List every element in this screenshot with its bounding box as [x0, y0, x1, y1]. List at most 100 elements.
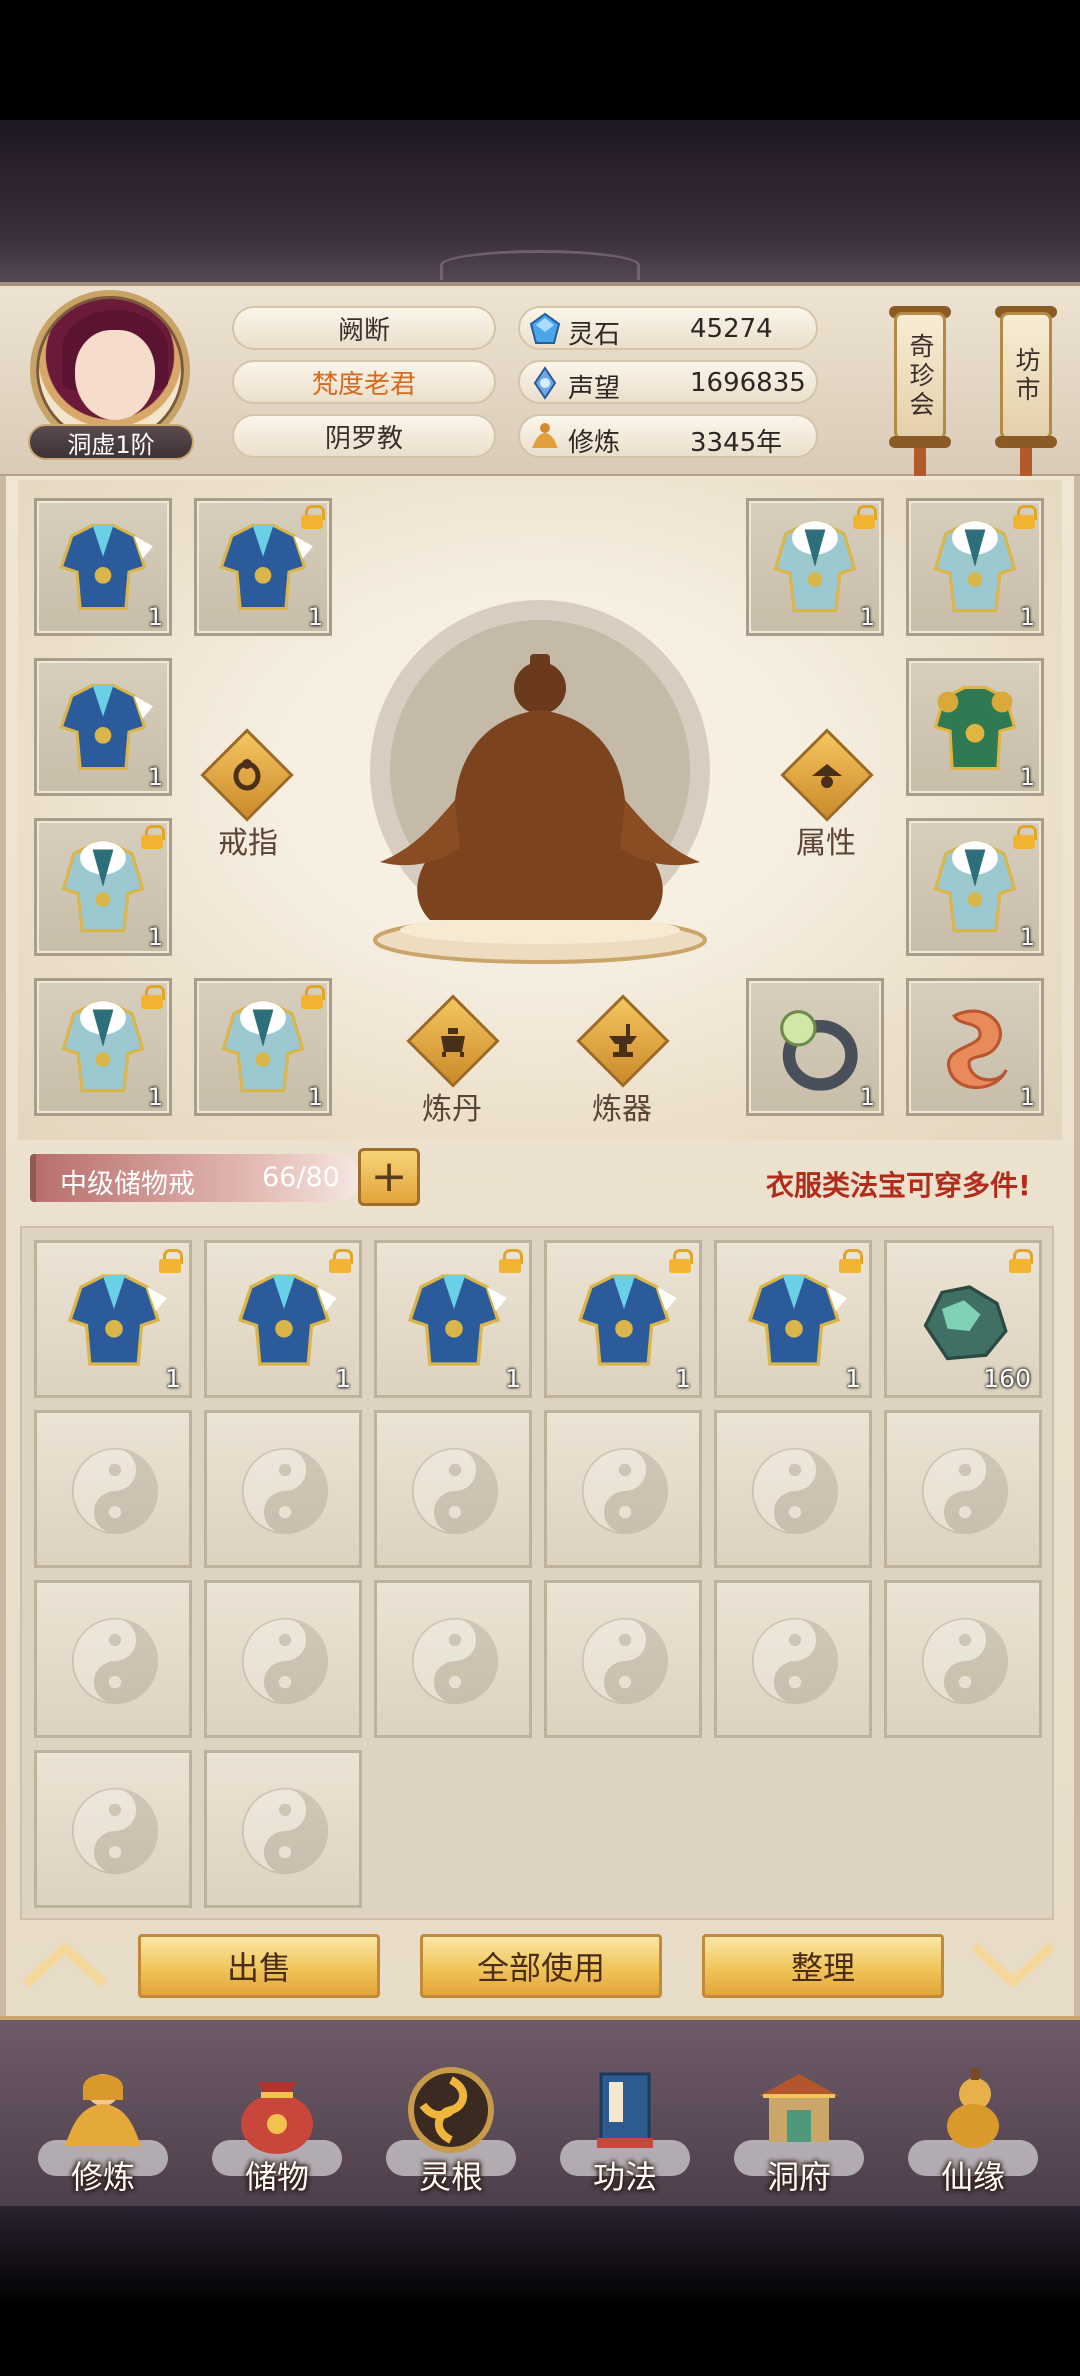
nav-spirit-root[interactable]: 灵根	[376, 2060, 526, 2200]
yin-yang-icon	[751, 1617, 839, 1705]
white-robe-icon	[773, 521, 857, 613]
anvil-icon	[609, 1024, 637, 1057]
white-robe-icon	[61, 1001, 145, 1093]
inventory-slot[interactable]: 1	[374, 1240, 532, 1398]
inventory-slot[interactable]: 1	[204, 1240, 362, 1398]
prestige-icon	[533, 366, 557, 400]
lock-icon	[141, 825, 165, 849]
lock-icon	[301, 985, 325, 1009]
avatar-face	[75, 330, 155, 420]
nav-cave-abode[interactable]: 洞府	[724, 2060, 874, 2200]
sell-button[interactable]: 出售	[138, 1934, 380, 1998]
yin-yang-icon	[921, 1447, 1009, 1535]
empty-inventory-slot[interactable]	[34, 1580, 192, 1738]
equip-slot[interactable]: 1	[906, 818, 1044, 956]
blue-robe-icon	[577, 1274, 677, 1366]
scroll-down-icon[interactable]	[968, 1940, 1058, 1990]
forging-label: 炼器	[592, 1092, 652, 1127]
use-all-button[interactable]: 全部使用	[420, 1934, 662, 1998]
empty-inventory-slot[interactable]	[374, 1580, 532, 1738]
nav-storage[interactable]: 储物	[202, 2060, 352, 2200]
blue-robe-icon	[59, 683, 153, 771]
empty-inventory-slot[interactable]	[204, 1580, 362, 1738]
empty-inventory-slot[interactable]	[204, 1750, 362, 1908]
yin-yang-icon	[921, 1617, 1009, 1705]
treasure-bag-icon	[241, 2082, 313, 2154]
scripture-book-icon	[597, 2072, 653, 2148]
blue-robe-icon	[67, 1274, 167, 1366]
status-area	[0, 0, 1080, 120]
spirit-root-icon	[408, 2067, 494, 2153]
empty-inventory-slot[interactable]	[374, 1410, 532, 1568]
lock-icon	[329, 1249, 353, 1273]
meditating-monk-icon	[65, 2074, 141, 2146]
empty-inventory-slot[interactable]	[714, 1580, 872, 1738]
white-robe-icon	[61, 841, 145, 933]
scroll-cap	[889, 436, 951, 448]
lock-icon	[301, 505, 325, 529]
yin-yang-icon	[241, 1617, 329, 1705]
alchemy-label: 炼丹	[422, 1092, 482, 1127]
lock-icon	[1013, 825, 1037, 849]
equip-slot[interactable]: 1	[194, 978, 332, 1116]
equip-slot[interactable]: 1	[194, 498, 332, 636]
yin-yang-icon	[581, 1447, 669, 1535]
treasure-auction-button[interactable]: 奇珍会	[894, 312, 946, 440]
empty-inventory-slot[interactable]	[34, 1750, 192, 1908]
white-robe-icon	[933, 841, 1017, 933]
realm-badge: 洞虚1阶	[28, 424, 194, 460]
empty-inventory-slot[interactable]	[544, 1580, 702, 1738]
empty-inventory-slot[interactable]	[884, 1580, 1042, 1738]
scroll-cap	[995, 436, 1057, 448]
equip-slot[interactable]: 1	[34, 818, 172, 956]
nav-cultivate[interactable]: 修炼	[28, 2060, 178, 2200]
yin-yang-icon	[411, 1447, 499, 1535]
blue-robe-icon	[59, 523, 153, 611]
equip-slot[interactable]: 1	[746, 978, 884, 1116]
cultivation-icon	[532, 423, 558, 448]
storage-ring-name: 中级储物戒	[60, 1169, 195, 1200]
player-title[interactable]: 梵度老君	[232, 360, 496, 404]
equip-slot[interactable]: 1	[34, 498, 172, 636]
yin-yang-icon	[71, 1447, 159, 1535]
ring-button[interactable]	[200, 728, 294, 822]
sort-button[interactable]: 整理	[702, 1934, 944, 1998]
nav-techniques[interactable]: 功法	[550, 2060, 700, 2200]
inventory-slot[interactable]: 1	[714, 1240, 872, 1398]
equip-slot[interactable]: 1	[746, 498, 884, 636]
white-robe-icon	[221, 1001, 305, 1093]
equip-slot[interactable]: 1	[34, 978, 172, 1116]
nav-destiny[interactable]: 仙缘	[898, 2060, 1048, 2200]
pavilion-icon	[759, 2074, 839, 2142]
inventory-slot[interactable]: 1	[544, 1240, 702, 1398]
cauldron-icon	[441, 1028, 465, 1057]
empty-inventory-slot[interactable]	[884, 1410, 1042, 1568]
equip-slot[interactable]: 1	[906, 978, 1044, 1116]
ring-icon	[233, 759, 261, 791]
equip-slot[interactable]: 1	[34, 658, 172, 796]
alchemy-button[interactable]	[406, 994, 500, 1088]
market-button[interactable]: 坊市	[1000, 312, 1052, 440]
inventory-slot[interactable]: 1	[34, 1240, 192, 1398]
yin-yang-icon	[71, 1617, 159, 1705]
lock-icon	[141, 985, 165, 1009]
spirit-stone-icon	[529, 312, 561, 344]
forging-button[interactable]	[576, 994, 670, 1088]
scroll-up-icon[interactable]	[20, 1940, 110, 1990]
attributes-button[interactable]	[780, 728, 874, 822]
empty-inventory-slot[interactable]	[34, 1410, 192, 1568]
player-sect[interactable]: 阴罗教	[232, 414, 496, 458]
equip-slot[interactable]: 1	[906, 658, 1044, 796]
blue-robe-icon	[407, 1274, 507, 1366]
empty-inventory-slot[interactable]	[714, 1410, 872, 1568]
blue-robe-icon	[219, 523, 313, 611]
bottom-safe-area	[0, 2206, 1080, 2376]
empty-inventory-slot[interactable]	[544, 1410, 702, 1568]
inventory-slot[interactable]: 160	[884, 1240, 1042, 1398]
empty-inventory-slot[interactable]	[204, 1410, 362, 1568]
equip-slot[interactable]: 1	[906, 498, 1044, 636]
lock-icon	[1009, 1249, 1033, 1273]
yin-yang-icon	[241, 1787, 329, 1875]
lock-icon	[1013, 505, 1037, 529]
expand-storage-button[interactable]: +	[358, 1148, 420, 1206]
